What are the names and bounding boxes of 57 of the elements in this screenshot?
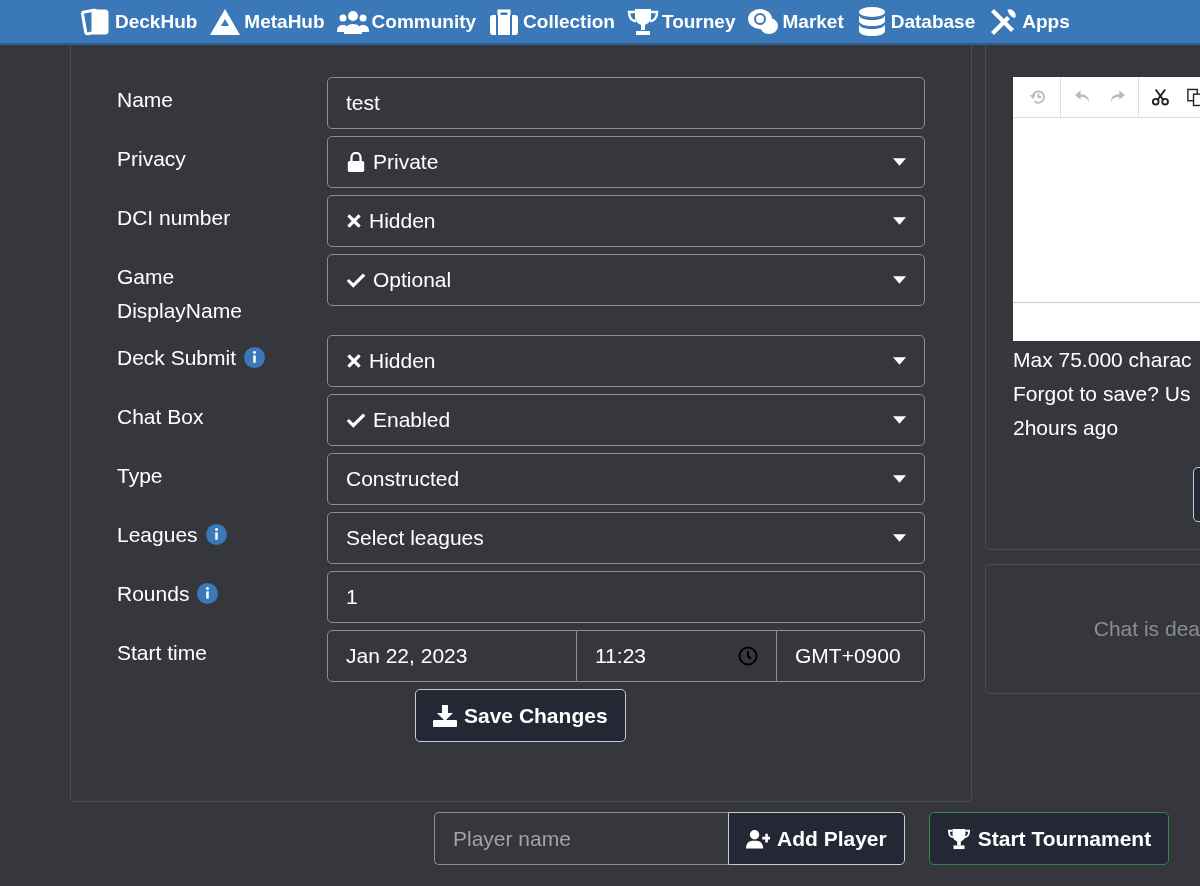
nav-link[interactable]: Database xyxy=(855,5,976,38)
save-changes-button[interactable]: Save Changes xyxy=(415,689,626,742)
caret-icon xyxy=(893,158,906,166)
field-label: Deck Submit xyxy=(117,345,237,371)
caret-icon xyxy=(893,416,906,424)
field-label: DCI number xyxy=(117,205,231,231)
editor-note: Max 75.000 charac xyxy=(1013,347,1193,373)
caret-icon xyxy=(893,276,906,284)
field-label: Type xyxy=(117,463,163,489)
nav-link[interactable]: Market xyxy=(747,5,844,38)
clock-icon xyxy=(738,646,758,666)
player-name-field[interactable]: Player name xyxy=(434,812,728,865)
nav-link[interactable]: Apps xyxy=(987,5,1070,38)
date-field[interactable]: Jan 22, 2023 xyxy=(327,630,577,682)
lock-icon xyxy=(346,152,366,172)
nav-link[interactable]: Tourney xyxy=(626,5,736,38)
select-dropdown[interactable]: Hidden xyxy=(327,335,925,387)
nav-link[interactable]: Community xyxy=(336,5,477,38)
copy-icon[interactable] xyxy=(1186,87,1200,107)
timezone-field[interactable]: GMT+0900 xyxy=(777,630,925,682)
field-label: Game DisplayName xyxy=(117,264,243,324)
select-dropdown[interactable]: Constructed xyxy=(327,453,925,505)
caret-icon xyxy=(893,534,906,542)
field-label: Name xyxy=(117,87,174,113)
field-label: Privacy xyxy=(117,146,186,172)
editor-note: Forgot to save? Us xyxy=(1013,381,1192,407)
download-icon xyxy=(433,704,457,727)
select-dropdown[interactable]: Optional xyxy=(327,254,925,306)
select-dropdown[interactable]: Private xyxy=(327,136,925,188)
nav-link[interactable]: DeckHub xyxy=(80,5,198,38)
time-field[interactable]: 11:23 xyxy=(577,630,777,682)
field-label: Chat Box xyxy=(117,404,204,430)
user-plus-icon xyxy=(746,827,770,850)
nav-link[interactable]: Collection xyxy=(488,5,615,38)
text-field[interactable]: 1 xyxy=(327,571,925,623)
info-icon[interactable] xyxy=(244,347,266,368)
select-dropdown[interactable]: Hidden xyxy=(327,195,925,247)
field-label: Leagues xyxy=(117,522,198,548)
editor-note: 2hours ago xyxy=(1013,415,1120,441)
field-label: Rounds xyxy=(117,581,190,607)
info-icon[interactable] xyxy=(197,583,219,604)
info-icon[interactable] xyxy=(205,524,227,545)
trophy-icon xyxy=(946,827,971,850)
select-dropdown[interactable]: Enabled xyxy=(327,394,925,446)
cross-icon xyxy=(346,353,362,369)
select-dropdown[interactable]: Select leagues xyxy=(327,512,925,564)
start-tournament-button[interactable]: Start Tournament xyxy=(928,812,1170,865)
text-field[interactable]: test xyxy=(327,77,925,129)
caret-icon xyxy=(893,357,906,365)
cross-icon xyxy=(346,213,362,229)
add-player-button[interactable]: Add Player xyxy=(728,812,905,865)
caret-icon xyxy=(893,217,906,225)
field-label: Start time xyxy=(117,640,207,666)
scissors-icon[interactable] xyxy=(1151,87,1171,107)
chat-message: Chat is dea xyxy=(1093,617,1200,641)
nav-link[interactable]: MetaHub xyxy=(209,5,325,38)
caret-icon xyxy=(893,475,906,483)
